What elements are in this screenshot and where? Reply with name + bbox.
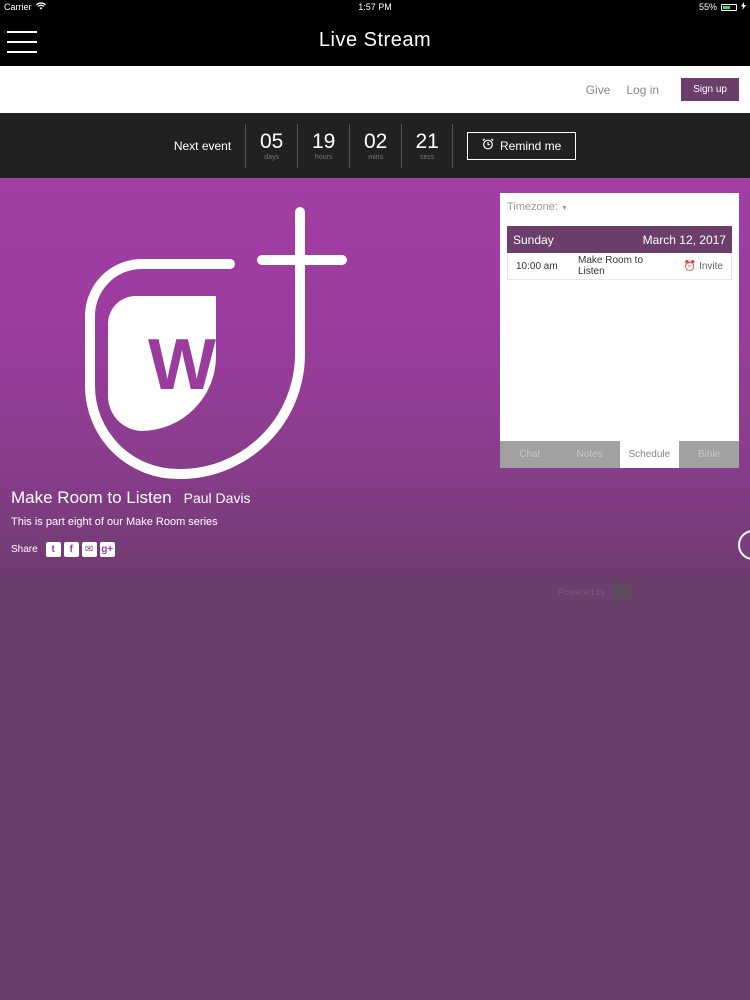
schedule-date: March 12, 2017 — [642, 232, 726, 247]
church-logo: W — [85, 207, 347, 480]
countdown-days: 05 days — [245, 123, 297, 168]
alarm-clock-icon — [482, 138, 494, 153]
sermon-description: This is part eight of our Make Room seri… — [11, 516, 218, 528]
remind-me-label: Remind me — [500, 138, 562, 153]
countdown-bar: Next event 05 days 19 hours 02 mins 21 s… — [0, 113, 750, 178]
timezone-label: Timezone: — [507, 201, 558, 213]
countdown-unit-label: mins — [368, 154, 384, 161]
signup-button[interactable]: Sign up — [681, 78, 739, 101]
provider-logo — [609, 584, 630, 600]
countdown-unit-label: days — [264, 154, 280, 161]
share-label: Share — [11, 544, 38, 555]
facebook-icon[interactable]: f — [63, 542, 79, 557]
page-title: Live Stream — [318, 28, 432, 51]
alarm-clock-icon: ⏰ — [683, 260, 697, 272]
countdown-secs: 21 secs — [401, 123, 454, 168]
battery-icon — [721, 3, 737, 11]
invite-button[interactable]: ⏰ Invite — [684, 261, 723, 272]
invite-label: Invite — [699, 260, 723, 272]
twitter-icon[interactable]: t — [45, 542, 61, 557]
email-icon[interactable]: ✉ — [81, 542, 97, 557]
countdown-mins: 02 mins — [349, 123, 401, 168]
schedule-day: Sunday — [513, 232, 554, 247]
nav-bar: Live Stream — [0, 14, 750, 66]
countdown-value: 02 — [364, 130, 388, 153]
countdown-value: 05 — [260, 130, 284, 153]
tab-schedule[interactable]: Schedule — [619, 441, 680, 468]
google-plus-icon[interactable]: g+ — [99, 542, 115, 557]
logo-letter: W — [148, 325, 216, 405]
countdown-value: 19 — [312, 130, 336, 153]
caret-down-icon: ▼ — [561, 205, 568, 212]
status-time: 1:57 PM — [358, 2, 392, 12]
sermon-info: Make Room to Listen Paul Davis This is p… — [11, 488, 251, 557]
wifi-icon — [35, 2, 46, 12]
countdown-unit-label: hours — [314, 154, 333, 161]
panel-tabs: Chat Notes Schedule Bible — [500, 441, 739, 468]
charging-icon — [741, 2, 746, 12]
schedule-day-header: Sunday March 12, 2017 — [507, 226, 732, 253]
countdown-unit-label: secs — [419, 154, 435, 161]
tab-chat[interactable]: Chat — [500, 441, 560, 468]
login-link[interactable]: Log in — [626, 83, 659, 97]
event-title: Make Room to Listen — [578, 255, 644, 277]
menu-icon[interactable] — [7, 31, 37, 53]
give-link[interactable]: Give — [586, 83, 611, 97]
schedule-event-row: 10:00 am Make Room to Listen ⏰ Invite — [507, 253, 732, 280]
sermon-title: Make Room to Listen — [11, 488, 172, 507]
tab-bible[interactable]: Bible — [679, 441, 739, 468]
side-action-icon[interactable] — [738, 530, 750, 560]
powered-by: Powered by — [558, 584, 630, 600]
status-bar: Carrier 1:57 PM 55% — [0, 0, 750, 14]
remind-me-button[interactable]: Remind me — [467, 131, 577, 160]
powered-by-label: Powered by — [558, 587, 606, 597]
account-header: Give Log in Sign up — [0, 66, 750, 113]
carrier-label: Carrier — [4, 2, 32, 12]
timezone-dropdown[interactable]: Timezone: ▼ — [507, 201, 568, 213]
event-time: 10:00 am — [516, 260, 558, 272]
next-event-label: Next event — [173, 138, 232, 153]
schedule-panel: Timezone: ▼ Sunday March 12, 2017 10:00 … — [500, 193, 739, 468]
battery-percent: 55% — [698, 2, 717, 12]
tab-notes[interactable]: Notes — [560, 441, 620, 468]
countdown-hours: 19 hours — [297, 123, 349, 168]
sermon-speaker: Paul Davis — [183, 490, 251, 506]
share-row: Share t f ✉ g+ — [11, 542, 251, 557]
countdown-value: 21 — [415, 130, 439, 153]
video-hero[interactable]: W Timezone: ▼ Sunday March 12, 2017 10:0… — [0, 178, 750, 576]
